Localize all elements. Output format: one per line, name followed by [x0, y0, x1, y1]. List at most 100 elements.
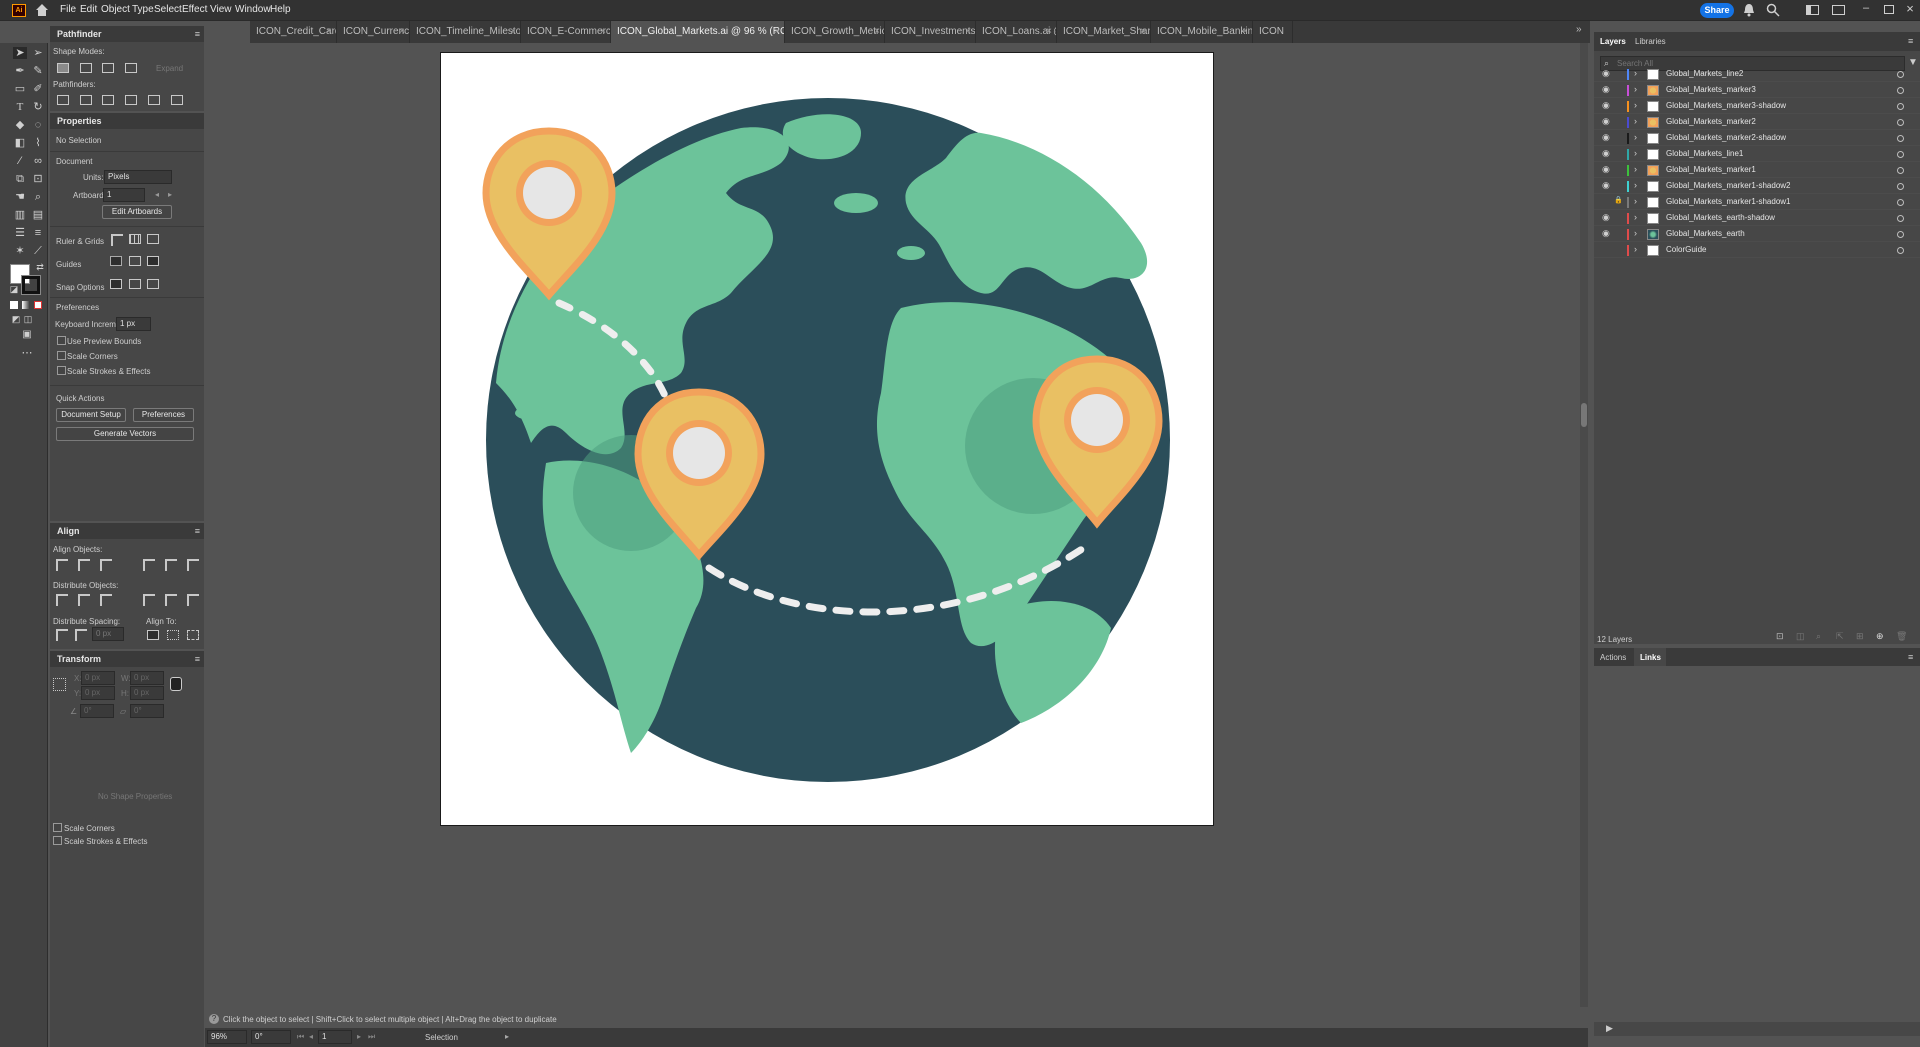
- paintbrush-tool-icon[interactable]: ✐: [31, 83, 45, 95]
- exclude-icon[interactable]: [125, 63, 137, 73]
- align-left-icon[interactable]: [56, 559, 68, 571]
- distribute-bottom-icon[interactable]: [100, 594, 112, 606]
- keyboard-increment-input[interactable]: 1 px: [116, 317, 151, 331]
- target-circle-icon[interactable]: [1897, 183, 1904, 190]
- close-tab-icon[interactable]: ×: [326, 21, 332, 43]
- layer-row[interactable]: ◉ › Global_Markets_line2: [1594, 67, 1920, 82]
- prev-artboard-nav-icon[interactable]: ◂: [309, 1032, 313, 1041]
- layer-row[interactable]: ◉ › Global_Markets_marker3-shadow: [1594, 99, 1920, 114]
- expand-chevron-icon[interactable]: ›: [1634, 244, 1637, 254]
- target-circle-icon[interactable]: [1897, 119, 1904, 126]
- minus-back-icon[interactable]: [171, 95, 183, 105]
- constrain-proportions-icon[interactable]: [170, 677, 182, 691]
- pixel-grid-icon[interactable]: [147, 234, 159, 244]
- expand-chevron-icon[interactable]: ›: [1634, 228, 1637, 238]
- artboard-select[interactable]: 1: [103, 188, 145, 202]
- expand-chevron-icon[interactable]: ›: [1634, 180, 1637, 190]
- grid-icon[interactable]: [129, 234, 141, 244]
- status-menu-icon[interactable]: ▸: [505, 1032, 509, 1041]
- first-artboard-icon[interactable]: ⏮: [297, 1032, 304, 1042]
- show-guides-icon[interactable]: [110, 256, 122, 266]
- smart-guides-icon[interactable]: [147, 256, 159, 266]
- divide-icon[interactable]: [57, 95, 69, 105]
- panel-menu-icon[interactable]: ≡: [1908, 36, 1913, 46]
- eraser-tool-icon[interactable]: ◆: [13, 119, 27, 131]
- layer-row[interactable]: ◉ › Global_Markets_marker2-shadow: [1594, 131, 1920, 146]
- tab-document[interactable]: ICON_Currency_Exchange.ai*×: [337, 21, 410, 43]
- zoom-select[interactable]: 96%: [207, 1030, 247, 1044]
- expand-chevron-icon[interactable]: ›: [1634, 84, 1637, 94]
- line-graph-tool-icon[interactable]: ⟋: [31, 245, 45, 257]
- tab-libraries[interactable]: Libraries: [1635, 37, 1666, 46]
- layer-row[interactable]: 🔒 › Global_Markets_marker1-shadow1: [1594, 195, 1920, 210]
- align-to-selection-icon[interactable]: [147, 630, 159, 640]
- vertical-scroll-thumb[interactable]: [1581, 403, 1587, 427]
- trim-icon[interactable]: [80, 95, 92, 105]
- merge-icon[interactable]: [102, 95, 114, 105]
- close-tab-icon[interactable]: ×: [399, 21, 405, 43]
- mesh-tool-icon[interactable]: ⌇: [31, 137, 45, 149]
- target-circle-icon[interactable]: [1897, 247, 1904, 254]
- collect-export-icon[interactable]: ⇱: [1836, 631, 1844, 642]
- visibility-eye-icon[interactable]: ◉: [1602, 100, 1610, 111]
- close-tab-icon[interactable]: ×: [1140, 21, 1146, 43]
- locate-object-icon[interactable]: ⊡: [1776, 631, 1784, 642]
- type-tool-icon[interactable]: T: [13, 101, 27, 113]
- target-circle-icon[interactable]: [1897, 199, 1904, 206]
- menu-edit[interactable]: Edit: [80, 4, 97, 15]
- target-circle-icon[interactable]: [1897, 151, 1904, 158]
- tab-document[interactable]: ICON_Timeline_Milestones.ai×: [410, 21, 521, 43]
- align-right-icon[interactable]: [100, 559, 112, 571]
- visibility-eye-icon[interactable]: ◉: [1602, 148, 1610, 159]
- snap-to-point-icon[interactable]: [110, 279, 122, 289]
- pen-tool-icon[interactable]: ✒: [13, 65, 27, 77]
- close-tab-icon[interactable]: ×: [1242, 21, 1248, 43]
- search-icon[interactable]: [1766, 3, 1780, 17]
- create-sublayer-icon[interactable]: ⊞: [1856, 631, 1864, 642]
- tab-document[interactable]: ICON: [1253, 21, 1293, 43]
- new-layer-icon[interactable]: ⊕: [1876, 631, 1884, 642]
- target-circle-icon[interactable]: [1897, 167, 1904, 174]
- rotation-select[interactable]: 0°: [251, 1030, 291, 1044]
- snap-to-grid-icon[interactable]: [129, 279, 141, 289]
- align-tool-icon[interactable]: ☰: [13, 227, 27, 239]
- symbol-sprayer-tool-icon[interactable]: ✶: [13, 245, 27, 257]
- tab-layers[interactable]: Layers: [1600, 37, 1626, 46]
- home-icon[interactable]: [35, 3, 49, 17]
- expand-chevron-icon[interactable]: ›: [1634, 212, 1637, 222]
- preferences-button[interactable]: Preferences: [133, 408, 194, 422]
- x-input[interactable]: 0 px: [81, 671, 115, 685]
- align-to-artboard-icon[interactable]: [187, 630, 199, 640]
- align-bottom-icon[interactable]: [187, 559, 199, 571]
- crop-icon[interactable]: [125, 95, 137, 105]
- use-preview-bounds-checkbox[interactable]: [57, 336, 66, 345]
- minus-front-icon[interactable]: [80, 63, 92, 73]
- vertical-scrollbar[interactable]: [1580, 43, 1588, 1021]
- distribute-vcenter-icon[interactable]: [78, 594, 90, 606]
- close-tab-icon[interactable]: ×: [1046, 21, 1052, 43]
- tab-actions[interactable]: Actions: [1600, 653, 1626, 662]
- menu-select[interactable]: Select: [154, 4, 182, 15]
- rotate-tool-icon[interactable]: ↻: [31, 101, 45, 113]
- artboard-nav-select[interactable]: 1: [318, 1030, 352, 1044]
- target-circle-icon[interactable]: [1897, 71, 1904, 78]
- menu-file[interactable]: File: [60, 4, 76, 15]
- graph-tool-icon[interactable]: ▥: [13, 209, 27, 221]
- menu-object[interactable]: Object: [101, 4, 130, 15]
- gradient-mode-icon[interactable]: [22, 301, 30, 309]
- layer-row[interactable]: ◉ › Global_Markets_marker2: [1594, 115, 1920, 130]
- draw-behind-icon[interactable]: ◫: [21, 313, 35, 325]
- edit-toolbar-icon[interactable]: ⋯: [20, 347, 34, 359]
- layer-row[interactable]: ◉ › Global_Markets_earth: [1594, 227, 1920, 242]
- generate-vectors-button[interactable]: Generate Vectors: [56, 427, 194, 441]
- workspace-switcher-icon[interactable]: [1832, 5, 1845, 15]
- distribute-hcenter-icon[interactable]: [165, 594, 177, 606]
- rotate-input[interactable]: 0°: [80, 704, 114, 718]
- tab-document[interactable]: ICON_Loans.ai @...×: [976, 21, 1057, 43]
- blend-tool-icon[interactable]: ∞: [31, 155, 45, 167]
- zoom-tool-icon[interactable]: ⌕: [31, 191, 45, 203]
- visibility-eye-icon[interactable]: ◉: [1602, 84, 1610, 95]
- next-artboard-nav-icon[interactable]: ▸: [357, 1032, 361, 1041]
- align-vcenter-icon[interactable]: [165, 559, 177, 571]
- swap-fill-stroke-icon[interactable]: ⇄: [33, 261, 47, 273]
